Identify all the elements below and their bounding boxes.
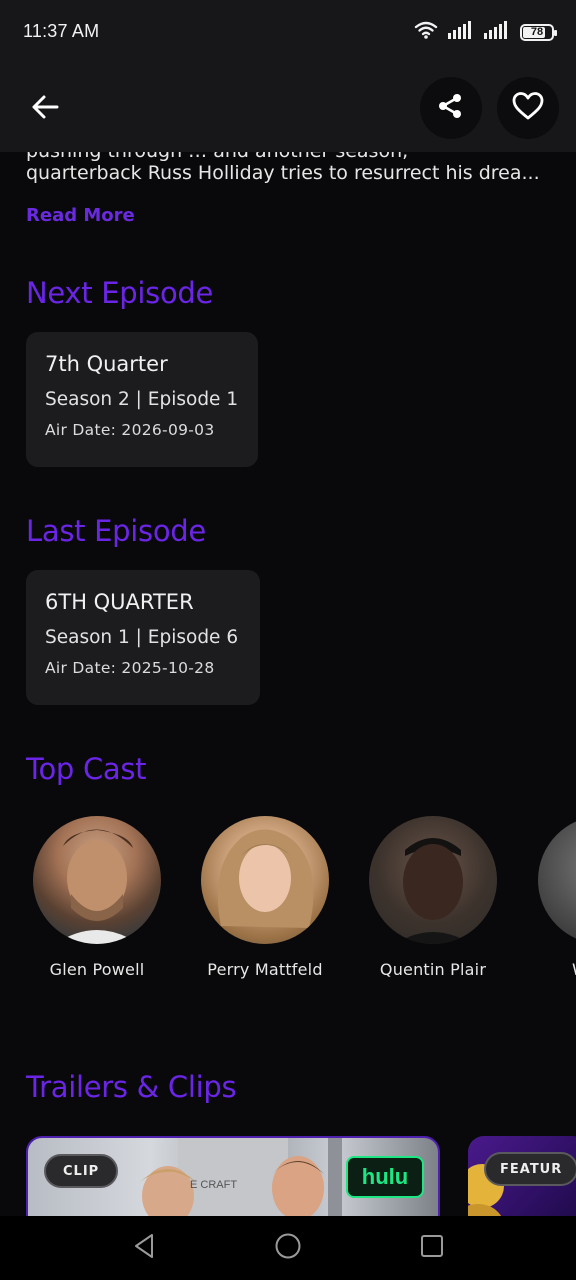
trailers-heading: Trailers & Clips [26,1070,237,1104]
episode-air-date: Air Date: 2025-10-28 [45,659,215,677]
battery-icon: 78 [520,23,557,41]
overview-clipped-line: pushing through … and another season, [26,152,556,162]
signal-icon [448,21,474,43]
cast-name: W [517,960,576,979]
next-episode-heading: Next Episode [26,276,214,310]
heart-outline-icon [512,91,544,125]
system-nav-bar [0,1216,576,1280]
nav-home-button[interactable] [270,1230,306,1266]
detail-content[interactable]: pushing through … and another season, qu… [0,152,576,1216]
nav-back-button[interactable] [126,1230,162,1266]
signal-icon [484,21,510,43]
last-episode-card[interactable]: 6TH QUARTER Season 1 | Episode 6 Air Dat… [26,570,260,705]
share-button[interactable] [420,77,482,139]
home-circle-icon [274,1232,302,1264]
last-episode-heading: Last Episode [26,514,206,548]
favorite-button[interactable] [497,77,559,139]
battery-nub [554,29,557,36]
clip-type-badge: FEATUR [484,1152,576,1186]
episode-season-number: Season 1 | Episode 6 [45,627,239,648]
back-triangle-icon [132,1233,156,1263]
cast-member[interactable]: Perry Mattfeld [181,816,349,979]
cast-member[interactable]: Glen Powell [13,816,181,979]
avatar [369,816,497,944]
avatar [201,816,329,944]
overview-text: quarterback Russ Holliday tries to resur… [26,162,540,184]
app-bar [0,64,576,152]
status-bar: 11:37 AM 78 [0,0,576,64]
battery-percent: 78 [530,26,544,38]
avatar [538,816,576,944]
cast-name: Quentin Plair [379,960,487,979]
episode-air-date: Air Date: 2026-09-03 [45,421,215,439]
cast-name: Perry Mattfeld [207,960,323,979]
clip-type-badge: CLIP [44,1154,119,1188]
read-more-link[interactable]: Read More [26,205,135,226]
wifi-icon [414,20,438,44]
next-episode-card[interactable]: 7th Quarter Season 2 | Episode 1 Air Dat… [26,332,258,467]
cast-name: Glen Powell [49,960,145,979]
status-time: 11:37 AM [23,21,100,41]
cast-member[interactable]: Quentin Plair [349,816,517,979]
avatar [33,816,161,944]
nav-recents-button[interactable] [414,1230,450,1266]
episode-title: 7th Quarter [45,352,168,376]
arrow-left-icon [30,94,60,124]
episode-season-number: Season 2 | Episode 1 [45,389,239,410]
episode-title: 6TH QUARTER [45,590,194,614]
back-button[interactable] [22,86,68,132]
recents-square-icon [420,1234,444,1262]
clip-card[interactable]: FEATUR [468,1136,576,1216]
status-icons: 78 [414,20,557,44]
hulu-logo: hulu [346,1156,424,1198]
share-icon [437,92,465,124]
clip-card[interactable]: E CRAFT CLIP hulu [26,1136,440,1216]
cast-member[interactable]: W [517,816,576,979]
top-cast-heading: Top Cast [26,752,147,786]
svg-text:E CRAFT: E CRAFT [190,1179,237,1191]
